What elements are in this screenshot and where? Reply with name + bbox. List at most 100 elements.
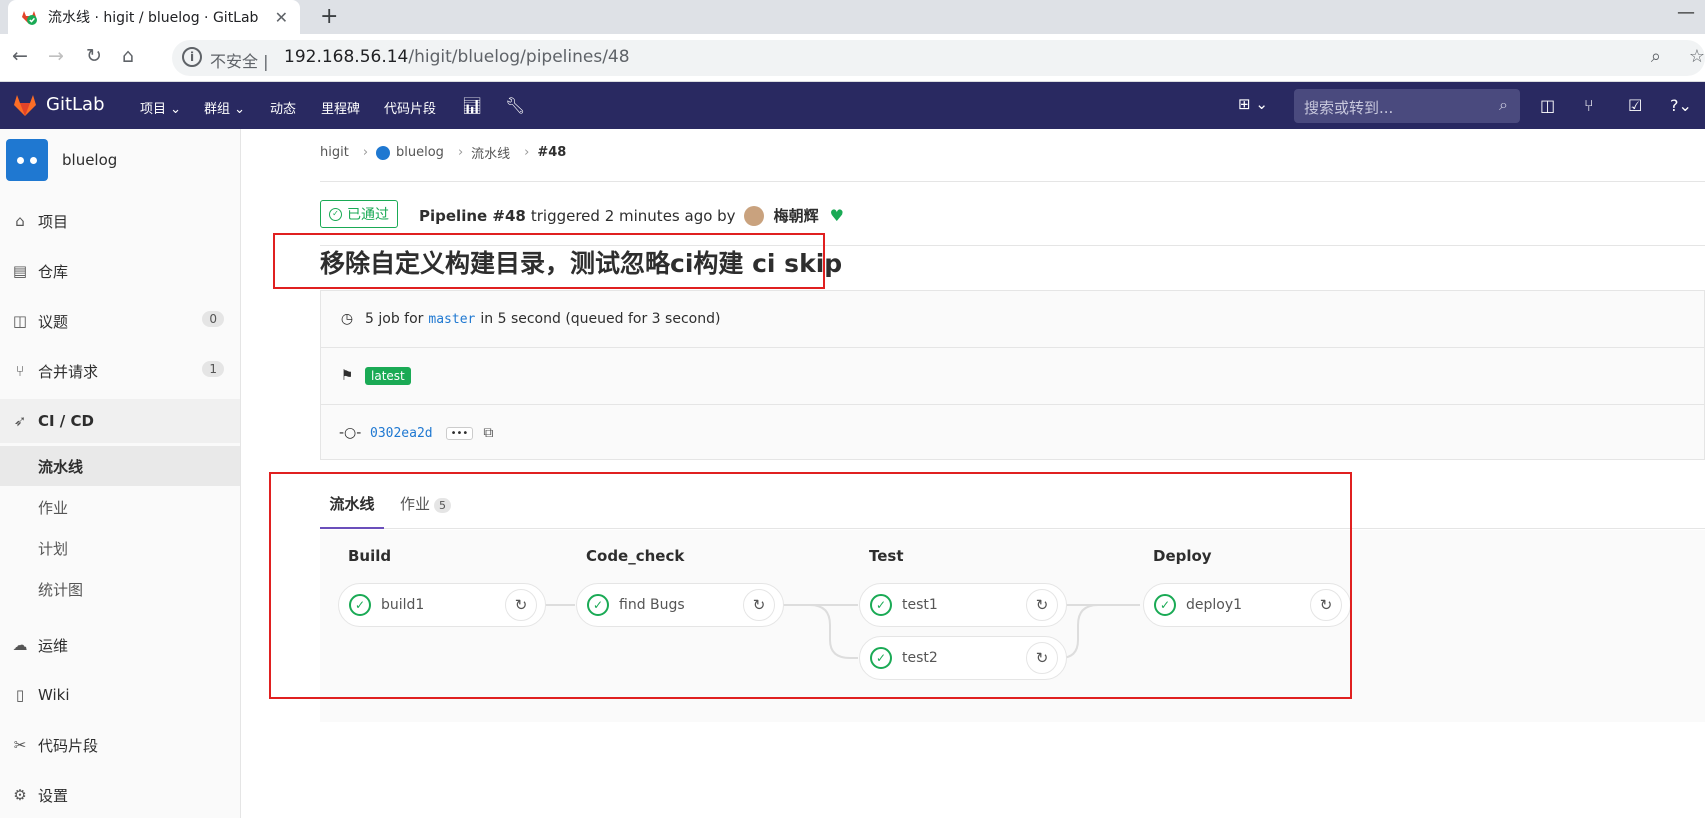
- sidebar-sub-schedules[interactable]: 计划: [0, 528, 240, 568]
- pipeline-info: Pipeline #48 triggered 2 minutes ago by …: [419, 205, 844, 226]
- merge-requests-nav-icon[interactable]: ⑂: [1584, 96, 1594, 115]
- title-highlight-box: [273, 233, 825, 289]
- tags-row: ⚑ latest: [321, 348, 1705, 404]
- gitlab-top-nav: GitLab 项目 ⌄ 群组 ⌄ 动态 里程碑 代码片段 📊︎ 🔧︎ ⊞ ⌄ 搜…: [0, 82, 1705, 129]
- operations-icon: ☁: [12, 636, 28, 654]
- status-text: 已通过: [347, 207, 389, 223]
- check-circle-icon: ✓: [329, 207, 342, 221]
- jobs-pre-text: 5 job for: [365, 311, 424, 327]
- sidebar-item-label: Wiki: [38, 686, 70, 704]
- sidebar-item-label: 运维: [38, 636, 69, 655]
- sidebar-item-label: CI / CD: [38, 412, 94, 430]
- divider: [320, 181, 1705, 182]
- browser-tab-title: 流水线 · higit / bluelog · GitLab: [48, 10, 259, 26]
- user-avatar[interactable]: [743, 205, 764, 226]
- breadcrumb-higit[interactable]: higit: [320, 145, 349, 160]
- wrench-icon[interactable]: 🔧︎: [505, 96, 525, 115]
- commit-sha-link[interactable]: 0302ea2d: [370, 426, 433, 441]
- jobs-post-text: in 5 second (queued for 3 second): [480, 311, 721, 327]
- repo-icon: ▤: [12, 262, 28, 280]
- sidebar-item-settings[interactable]: ⚙ 设置: [0, 773, 240, 817]
- sidebar-project-header[interactable]: bluelog: [6, 139, 117, 181]
- sidebar-item-repository[interactable]: ▤ 仓库: [0, 249, 240, 293]
- close-tab-icon[interactable]: ✕: [275, 8, 288, 27]
- issues-nav-icon[interactable]: ◫: [1540, 96, 1555, 115]
- status-badge[interactable]: ✓ 已通过: [320, 200, 398, 228]
- user-name[interactable]: 梅朝辉: [774, 205, 819, 226]
- sidebar-item-label: 项目: [38, 212, 69, 231]
- project-name: bluelog: [62, 151, 118, 169]
- sidebar-item-cicd[interactable]: ➶ CI / CD: [0, 399, 240, 443]
- info-icon[interactable]: i: [182, 47, 202, 67]
- ellipsis-button[interactable]: •••: [445, 426, 474, 440]
- nav-snippets[interactable]: 代码片段: [384, 98, 436, 117]
- gitlab-logo-icon[interactable]: [12, 92, 38, 118]
- address-bar: ← → ↻ ⌂ i 不安全 | 192.168.56.14/higit/blue…: [0, 34, 1705, 82]
- book-icon: ▯: [15, 686, 25, 704]
- forward-arrow-icon[interactable]: →: [48, 45, 64, 67]
- main-content: higit › bluelog › 流水线 › #48 ✓ 已通过 Pipeline #…: [241, 129, 1705, 818]
- triggered-text: triggered 2 minutes ago by: [530, 206, 736, 225]
- bluelog-avatar-icon: [376, 145, 391, 160]
- sidebar-item-merge-requests[interactable]: ⑂ 合并请求 1: [0, 349, 240, 393]
- chevron-right-icon: ›: [524, 145, 530, 160]
- sidebar-sub-jobs[interactable]: 作业: [0, 487, 240, 527]
- url-omnibox[interactable]: i 不安全 | 192.168.56.14/higit/bluelog/pipe…: [172, 40, 1705, 76]
- commit-row: -○- 0302ea2d ••• ⧉: [321, 405, 1705, 461]
- issues-count-badge: 0: [202, 311, 224, 327]
- sidebar-sub-charts[interactable]: 统计图: [0, 569, 240, 609]
- chevron-right-icon: ›: [457, 145, 464, 160]
- breadcrumb-pipeline-id[interactable]: #48: [537, 145, 566, 160]
- sidebar-sub-pipelines[interactable]: 流水线: [0, 446, 240, 486]
- gitlab-favicon-icon: [20, 8, 38, 26]
- back-arrow-icon[interactable]: ←: [12, 45, 28, 67]
- search-icon: ⌕: [1499, 95, 1508, 114]
- gitlab-brand[interactable]: GitLab: [46, 94, 105, 115]
- search-placeholder: 搜索或转到...: [1304, 99, 1394, 117]
- breadcrumb-bluelog[interactable]: bluelog: [396, 145, 444, 160]
- snippet-icon: ✂: [13, 736, 27, 754]
- latest-badge: latest: [365, 367, 411, 385]
- branch-link[interactable]: master: [428, 312, 475, 327]
- sidebar-item-label: 合并请求: [38, 362, 99, 381]
- new-item-dropdown-icon[interactable]: ⊞ ⌄: [1238, 95, 1268, 113]
- rocket-icon: ➶: [13, 412, 27, 430]
- merge-request-icon: ⑂: [15, 362, 25, 380]
- sidebar-item-project[interactable]: ⌂ 项目: [0, 199, 240, 243]
- url-text[interactable]: 192.168.56.14/higit/bluelog/pipelines/48: [284, 47, 630, 67]
- sidebar-item-label: 设置: [38, 786, 69, 805]
- sidebar-item-label: 议题: [38, 312, 69, 331]
- breadcrumb-pipelines[interactable]: 流水线: [471, 143, 510, 162]
- sidebar-item-snippets[interactable]: ✂ 代码片段: [0, 723, 240, 767]
- url-path: /higit/bluelog/pipelines/48: [408, 47, 630, 67]
- browser-tab[interactable]: 流水线 · higit / bluelog · GitLab ✕: [8, 0, 300, 34]
- project-sidebar: bluelog ⌂ 项目 ▤ 仓库 ◫ 议题 0 ⑂ 合并请求 1 ➶ CI / CD 流水线…: [0, 129, 241, 818]
- nav-activity[interactable]: 动态: [270, 98, 296, 117]
- url-host: 192.168.56.14: [284, 47, 409, 67]
- home-icon[interactable]: ⌂: [122, 45, 134, 67]
- clock-icon: ◷: [340, 311, 354, 327]
- sidebar-item-operations[interactable]: ☁ 运维: [0, 623, 240, 667]
- help-icon[interactable]: ?⌄: [1670, 96, 1692, 115]
- zoom-icon[interactable]: ⌕: [1651, 46, 1661, 67]
- sidebar-item-label: 代码片段: [38, 736, 99, 755]
- chevron-right-icon: ›: [362, 145, 369, 160]
- todos-nav-icon[interactable]: ☑: [1628, 96, 1642, 115]
- reload-icon[interactable]: ↻: [86, 45, 102, 67]
- sidebar-item-wiki[interactable]: ▯ Wiki: [0, 673, 240, 717]
- pipeline-label: Pipeline #48: [419, 206, 526, 225]
- minimize-window-button[interactable]: —: [1677, 2, 1695, 23]
- heart-icon: ♥: [829, 206, 844, 225]
- nav-groups[interactable]: 群组 ⌄: [204, 98, 245, 117]
- new-tab-button[interactable]: +: [320, 4, 338, 29]
- graph-highlight-box: [269, 472, 1352, 699]
- chart-icon[interactable]: 📊︎: [462, 96, 482, 115]
- sidebar-item-label: 仓库: [38, 262, 69, 281]
- nav-projects[interactable]: 项目 ⌄: [140, 98, 181, 117]
- sidebar-item-issues[interactable]: ◫ 议题 0: [0, 299, 240, 343]
- copy-icon[interactable]: ⧉: [483, 425, 493, 441]
- insecure-text: 不安全: [210, 52, 259, 71]
- search-input[interactable]: 搜索或转到... ⌕: [1294, 89, 1520, 123]
- nav-milestones[interactable]: 里程碑: [321, 98, 360, 117]
- bookmark-star-icon[interactable]: ☆: [1689, 46, 1705, 67]
